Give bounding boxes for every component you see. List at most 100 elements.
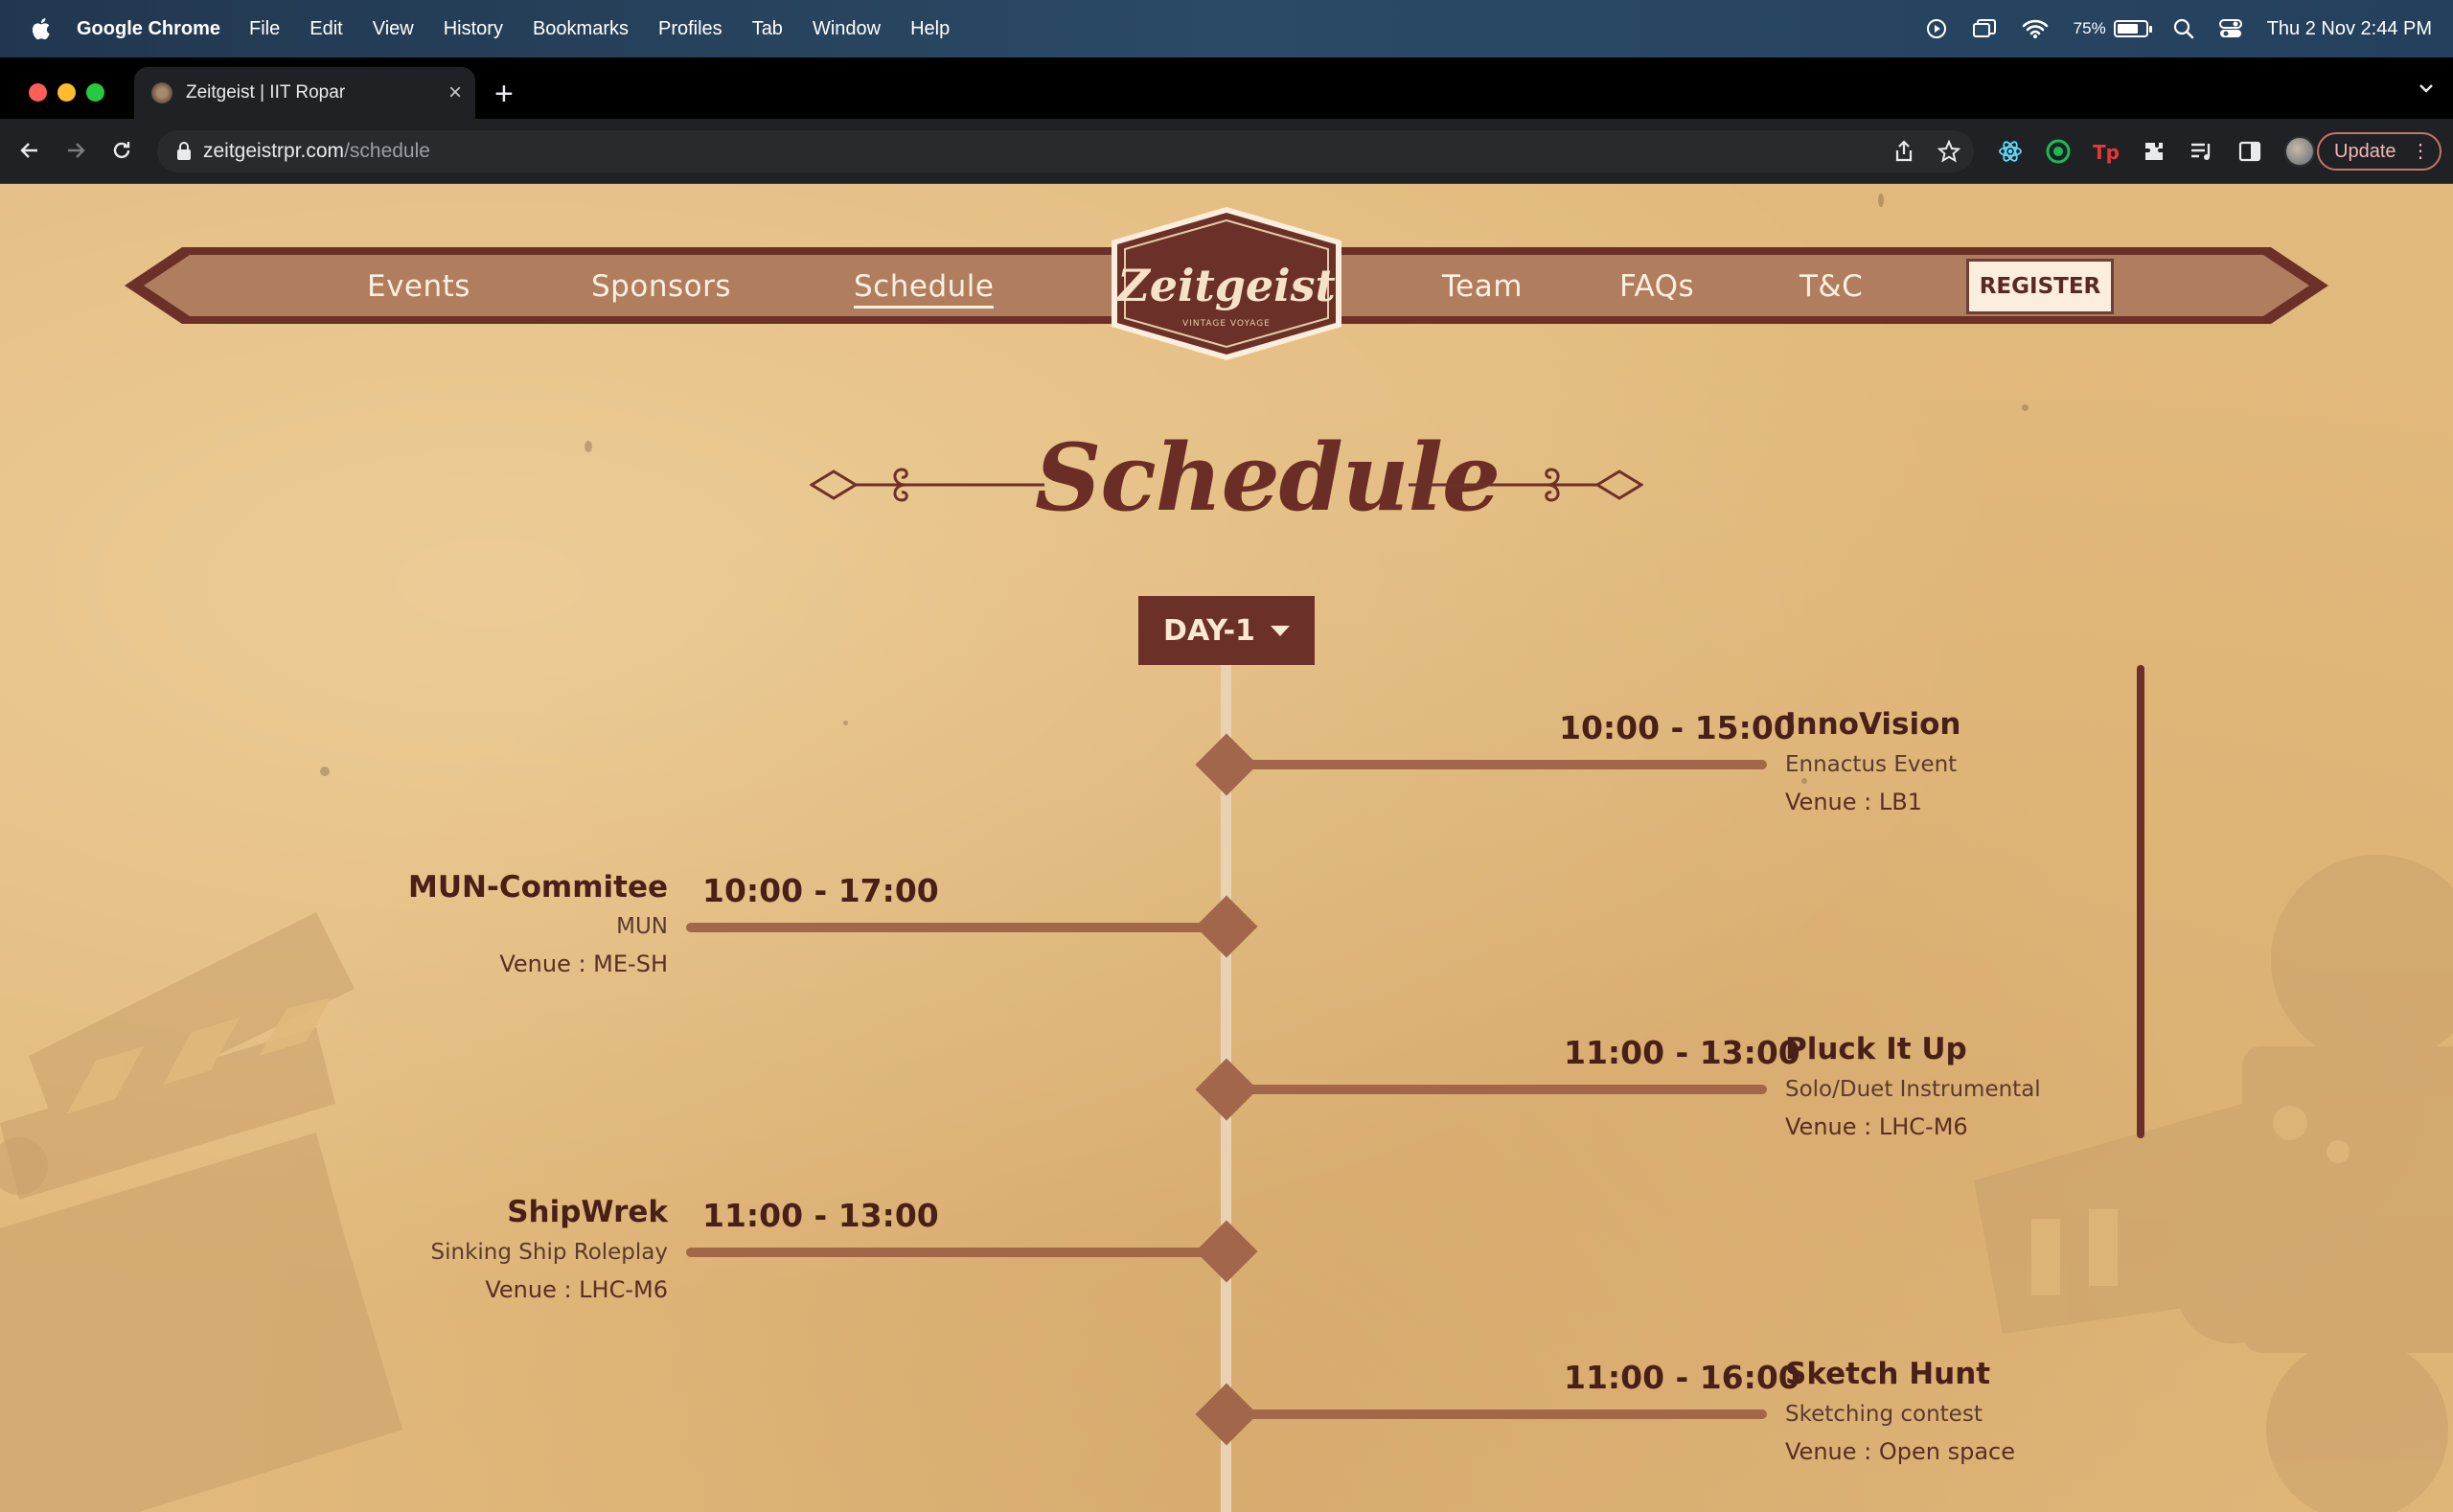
play-icon[interactable]	[1926, 18, 1947, 39]
event-name[interactable]: Pluck It Up	[1785, 1032, 1967, 1066]
nav-team-link[interactable]: Team	[1442, 269, 1523, 304]
forward-icon[interactable]	[59, 134, 92, 167]
sidebar-icon[interactable]	[2236, 138, 2263, 165]
menu-edit[interactable]: Edit	[309, 18, 342, 40]
menu-bookmarks[interactable]: Bookmarks	[533, 18, 629, 40]
menu-file[interactable]: File	[249, 18, 280, 40]
svg-text:Tp: Tp	[2093, 141, 2120, 164]
event-name[interactable]: InnoVision	[1785, 707, 1961, 742]
event-category: Solo/Duet Instrumental	[1785, 1077, 2041, 1102]
menu-history[interactable]: History	[444, 18, 503, 40]
logo-tagline: VINTAGE VOYAGE	[1182, 319, 1271, 329]
clock[interactable]: Thu 2 Nov 2:44 PM	[2267, 18, 2432, 40]
paper-speck	[843, 721, 848, 725]
green-circle-extension-icon[interactable]	[2045, 138, 2072, 165]
browser-tab[interactable]: Zeitgeist | IIT Ropar ×	[134, 67, 475, 119]
schedule-scrollbar[interactable]	[2137, 665, 2144, 1138]
menu-view[interactable]: View	[373, 18, 414, 40]
event-venue: Venue : LHC-M6	[1785, 1113, 1968, 1140]
paper-speck	[320, 767, 330, 776]
tab-close-icon[interactable]: ×	[448, 80, 462, 106]
page-title: Schedule	[1035, 424, 1501, 532]
star-icon[interactable]	[1937, 140, 1960, 163]
chrome-menu-icon[interactable]: ⋮	[2411, 140, 2430, 163]
update-button[interactable]: Update ⋮	[2317, 132, 2442, 171]
paper-speck	[585, 441, 592, 452]
nav-faqs-link[interactable]: FAQs	[1619, 269, 1694, 304]
url-host: zeitgeistrpr.com	[203, 140, 345, 162]
react-devtools-icon[interactable]	[1997, 138, 2024, 165]
register-button[interactable]: REGISTER	[1966, 259, 2114, 314]
paper-speck	[2022, 404, 2029, 411]
event-category: Ennactus Event	[1785, 752, 1958, 777]
nav-schedule-link[interactable]: Schedule	[854, 269, 995, 309]
site-favicon-icon	[151, 82, 172, 103]
browser-toolbar: zeitgeistrpr.com/schedule Tp Update ⋮	[0, 119, 2453, 184]
screen-mirror-icon[interactable]	[1972, 18, 1997, 39]
control-center-icon[interactable]	[2218, 18, 2242, 39]
nav-sponsors-link[interactable]: Sponsors	[591, 269, 731, 304]
reload-icon[interactable]	[105, 134, 138, 167]
logo-text: Zeitgeist	[1115, 260, 1336, 311]
profile-avatar[interactable]	[2284, 136, 2315, 167]
maximize-window-button[interactable]	[86, 83, 104, 102]
timeline-connector	[1226, 760, 1767, 769]
zeitgeist-logo[interactable]: Zeitgeist VINTAGE VOYAGE	[1102, 207, 1351, 360]
camera-watermark-icon	[1974, 855, 2453, 1512]
menu-profiles[interactable]: Profiles	[658, 18, 722, 40]
event-category: Sketching contest	[1785, 1402, 1983, 1427]
event-venue: Venue : LHC-M6	[485, 1276, 668, 1303]
share-icon[interactable]	[1893, 140, 1914, 163]
event-category: MUN	[616, 914, 668, 939]
paper-speck	[1878, 194, 1884, 207]
menu-help[interactable]: Help	[910, 18, 950, 40]
extensions-icon[interactable]	[2141, 138, 2167, 165]
timeline-connector	[1226, 1085, 1767, 1094]
tab-search-chevron-icon[interactable]	[2417, 79, 2436, 98]
event-name[interactable]: Sketch Hunt	[1785, 1357, 1990, 1391]
battery-icon[interactable]	[2113, 20, 2152, 37]
right-flourish-icon	[1409, 468, 1643, 502]
timeline-connector	[686, 923, 1226, 932]
timeline-connector	[1226, 1409, 1767, 1419]
minimize-window-button[interactable]	[57, 83, 76, 102]
event-name[interactable]: MUN-Commitee	[408, 870, 668, 905]
event-time: 10:00 - 15:00	[1559, 709, 1796, 746]
caret-down-icon	[1270, 625, 1290, 636]
back-icon[interactable]	[13, 134, 46, 167]
url-path: /schedule	[344, 140, 430, 162]
close-window-button[interactable]	[29, 83, 47, 102]
new-tab-button[interactable]: +	[494, 75, 514, 113]
menu-window[interactable]: Window	[813, 18, 881, 40]
update-label: Update	[2334, 140, 2396, 162]
wifi-icon[interactable]	[2022, 18, 2049, 39]
apple-icon[interactable]	[29, 16, 52, 41]
lock-icon[interactable]	[176, 142, 192, 161]
event-name[interactable]: ShipWrek	[507, 1195, 668, 1229]
spotlight-icon[interactable]	[2173, 18, 2194, 39]
event-category: Sinking Ship Roleplay	[430, 1240, 669, 1265]
nav-events-link[interactable]: Events	[367, 269, 470, 304]
event-venue: Venue : Open space	[1785, 1438, 2015, 1465]
event-venue: Venue : ME-SH	[499, 951, 668, 977]
day-dropdown-label: DAY-1	[1163, 613, 1255, 648]
nav-tc-link[interactable]: T&C	[1800, 269, 1863, 304]
event-time: 11:00 - 13:00	[702, 1197, 939, 1234]
event-venue: Venue : LB1	[1785, 789, 1922, 815]
reading-list-icon[interactable]	[2189, 138, 2215, 165]
tab-title: Zeitgeist | IIT Ropar	[186, 82, 346, 103]
tab-strip: Zeitgeist | IIT Ropar × +	[0, 57, 2453, 119]
event-time: 10:00 - 17:00	[702, 872, 939, 909]
menu-tab[interactable]: Tab	[752, 18, 783, 40]
event-time: 11:00 - 13:00	[1564, 1034, 1800, 1071]
tp-extension-icon[interactable]: Tp	[2093, 138, 2120, 165]
day-dropdown[interactable]: DAY-1	[1138, 596, 1315, 665]
timeline-connector	[686, 1248, 1226, 1257]
address-bar[interactable]: zeitgeistrpr.com/schedule	[157, 130, 1974, 172]
macos-menubar: Google Chrome File Edit View History Boo…	[0, 0, 2453, 57]
battery-percent: 75%	[2073, 19, 2106, 37]
clapperboard-watermark-icon	[0, 912, 402, 1512]
app-name[interactable]: Google Chrome	[77, 18, 220, 40]
left-flourish-icon	[810, 468, 1044, 502]
event-time: 11:00 - 16:00	[1564, 1359, 1800, 1396]
